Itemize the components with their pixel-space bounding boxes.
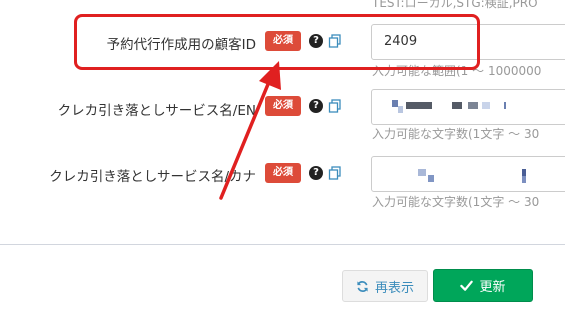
- annotation-arrow: [219, 61, 281, 200]
